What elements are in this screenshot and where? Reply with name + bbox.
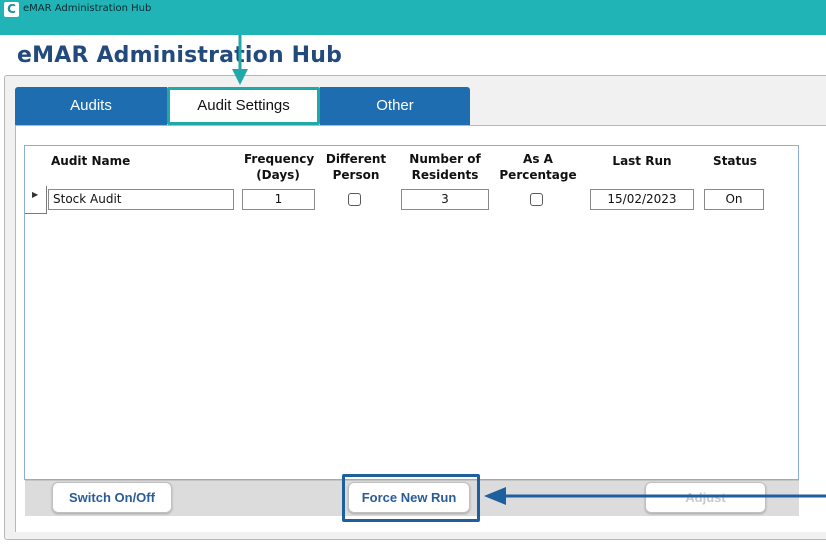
tab-audit-settings[interactable]: Audit Settings (167, 87, 320, 125)
switch-on-off-button[interactable]: Switch On/Off (52, 482, 172, 513)
app-logo-icon: C (4, 2, 19, 17)
column-header-frequency: Frequency (Days) (244, 152, 315, 182)
column-header-different-person: Different Person (325, 152, 387, 182)
window-titlebar: C eMAR Administration Hub (0, 0, 826, 35)
audit-name-cell[interactable]: Stock Audit (48, 189, 234, 210)
force-new-run-highlight (342, 474, 480, 522)
row-selector[interactable]: ▶ (25, 186, 47, 214)
teal-annotation-arrow (232, 35, 248, 85)
blue-annotation-arrow (484, 487, 826, 505)
column-header-as-a-percentage: As A Percentage (499, 152, 577, 182)
column-header-number-of-residents: Number of Residents (409, 152, 481, 182)
as-a-percentage-checkbox[interactable] (530, 193, 543, 206)
page-title: eMAR Administration Hub (17, 43, 343, 68)
window-title: eMAR Administration Hub (23, 3, 152, 14)
last-run-cell[interactable]: 15/02/2023 (590, 189, 694, 210)
column-header-status: Status (713, 154, 757, 168)
status-cell[interactable]: On (704, 189, 764, 210)
tab-other[interactable]: Other (320, 87, 470, 125)
number-of-residents-cell[interactable]: 3 (401, 189, 489, 210)
column-header-audit-name: Audit Name (51, 154, 131, 168)
column-header-last-run: Last Run (612, 154, 672, 168)
frequency-cell[interactable]: 1 (242, 189, 315, 210)
tab-audits[interactable]: Audits (15, 87, 167, 125)
row-pointer-icon: ▶ (32, 190, 39, 199)
different-person-checkbox[interactable] (348, 193, 361, 206)
